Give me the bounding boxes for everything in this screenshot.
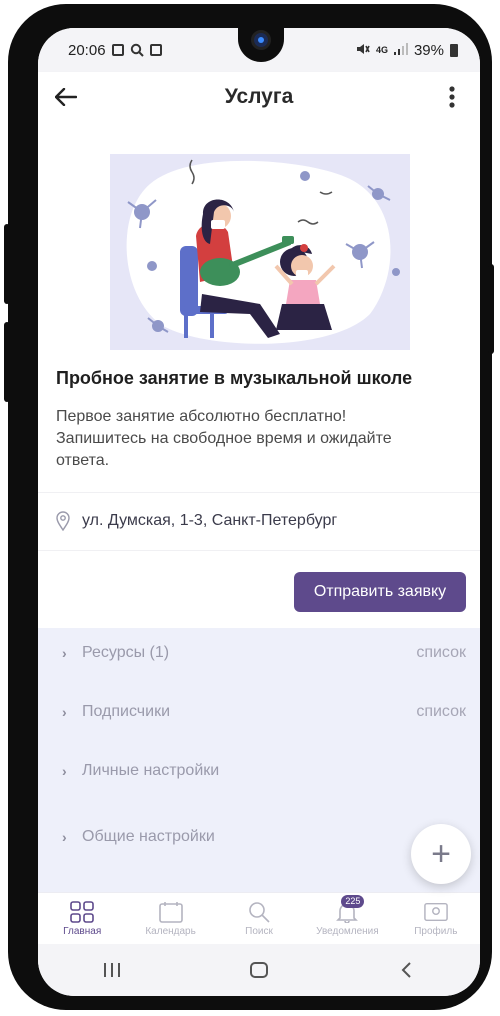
address-text: ул. Думская, 1-3, Санкт-Петербург <box>82 512 338 529</box>
chevron-right-icon: › <box>62 645 67 661</box>
service-content: Пробное занятие в музыкальной школе Перв… <box>38 122 480 892</box>
calendar-icon <box>158 901 183 923</box>
search-icon <box>247 901 271 923</box>
music-lesson-illustration <box>110 154 410 350</box>
profile-card-icon <box>424 901 448 923</box>
address-row[interactable]: ул. Думская, 1-3, Санкт-Петербург <box>56 506 466 536</box>
nav-label: Поиск <box>245 925 273 937</box>
bell-icon: 225 <box>335 894 365 923</box>
status-right: 4G 39% <box>356 42 458 59</box>
section-list-link[interactable]: список <box>416 644 466 662</box>
battery-percent: 39% <box>413 41 444 59</box>
side-button-left-lower <box>4 322 10 402</box>
recent-apps-icon <box>103 963 120 977</box>
nav-home[interactable]: Главная <box>38 893 126 944</box>
recent-apps-button[interactable] <box>82 950 142 990</box>
divider <box>38 550 480 551</box>
signal-bars-icon <box>393 42 408 59</box>
add-fab-button[interactable]: + <box>411 824 471 884</box>
more-options-button[interactable] <box>424 72 480 122</box>
search-icon <box>130 43 144 57</box>
submit-request-button[interactable]: Отправить заявку <box>294 572 466 612</box>
location-pin-icon <box>56 511 70 531</box>
more-vertical-icon <box>449 86 455 108</box>
nav-profile[interactable]: Профиль <box>392 893 480 944</box>
chevron-right-icon: › <box>62 763 67 779</box>
home-icon <box>249 962 268 978</box>
service-description: Первое занятие абсолютно бесплатно! Запи… <box>56 408 392 469</box>
section-subscribers[interactable]: › Подписчики список <box>38 690 480 734</box>
chevron-right-icon: › <box>62 704 67 720</box>
system-navigation-bar <box>38 944 480 996</box>
section-label: Подписчики <box>82 703 171 720</box>
nav-label: Главная <box>63 925 102 937</box>
section-list-link[interactable]: список <box>416 703 466 721</box>
section-label: Ресурсы (1) <box>82 644 170 661</box>
notification-badge: 225 <box>341 894 365 908</box>
screen: 20:06 4G 39% Услуга Пробное занятие в му… <box>38 28 480 996</box>
grid-icon <box>70 900 95 923</box>
record-icon <box>149 44 162 56</box>
service-title: Пробное занятие в музыкальной школе <box>56 368 413 388</box>
nav-calendar[interactable]: Календарь <box>126 893 214 944</box>
nav-label: Уведомления <box>316 925 379 937</box>
bottom-navigation: Главная Календарь Поиск 225 Уведомления … <box>38 892 480 944</box>
side-button-right <box>488 264 494 354</box>
mute-icon <box>356 43 370 58</box>
arrow-left-icon <box>55 88 77 106</box>
nav-notifications[interactable]: 225 Уведомления <box>303 893 391 944</box>
nav-label: Профиль <box>414 925 458 937</box>
divider <box>38 492 480 493</box>
home-button[interactable] <box>229 950 289 990</box>
section-label: Общие настройки <box>82 828 215 845</box>
battery-icon <box>450 43 458 57</box>
plus-icon: + <box>431 834 451 873</box>
back-button[interactable] <box>38 72 94 122</box>
camera-lens <box>251 30 271 50</box>
section-personal-settings[interactable]: › Личные настройки <box>38 749 480 793</box>
section-label: Личные настройки <box>82 762 220 779</box>
side-button-left-upper <box>4 224 10 304</box>
nav-search[interactable]: Поиск <box>215 893 303 944</box>
page-title: Услуга <box>224 85 294 108</box>
system-back-button[interactable] <box>376 950 436 990</box>
chevron-right-icon: › <box>62 829 67 845</box>
status-left: 20:06 <box>68 42 162 59</box>
app-bar: Услуга <box>38 72 480 122</box>
section-resources[interactable]: › Ресурсы (1) список <box>38 631 480 675</box>
image-icon <box>111 44 124 56</box>
back-icon <box>401 962 412 978</box>
signal-4g-icon: 4G <box>375 44 388 55</box>
phone-frame: 20:06 4G 39% Услуга Пробное занятие в му… <box>4 4 494 1010</box>
nav-label: Календарь <box>145 925 196 937</box>
status-time: 20:06 <box>68 41 106 59</box>
